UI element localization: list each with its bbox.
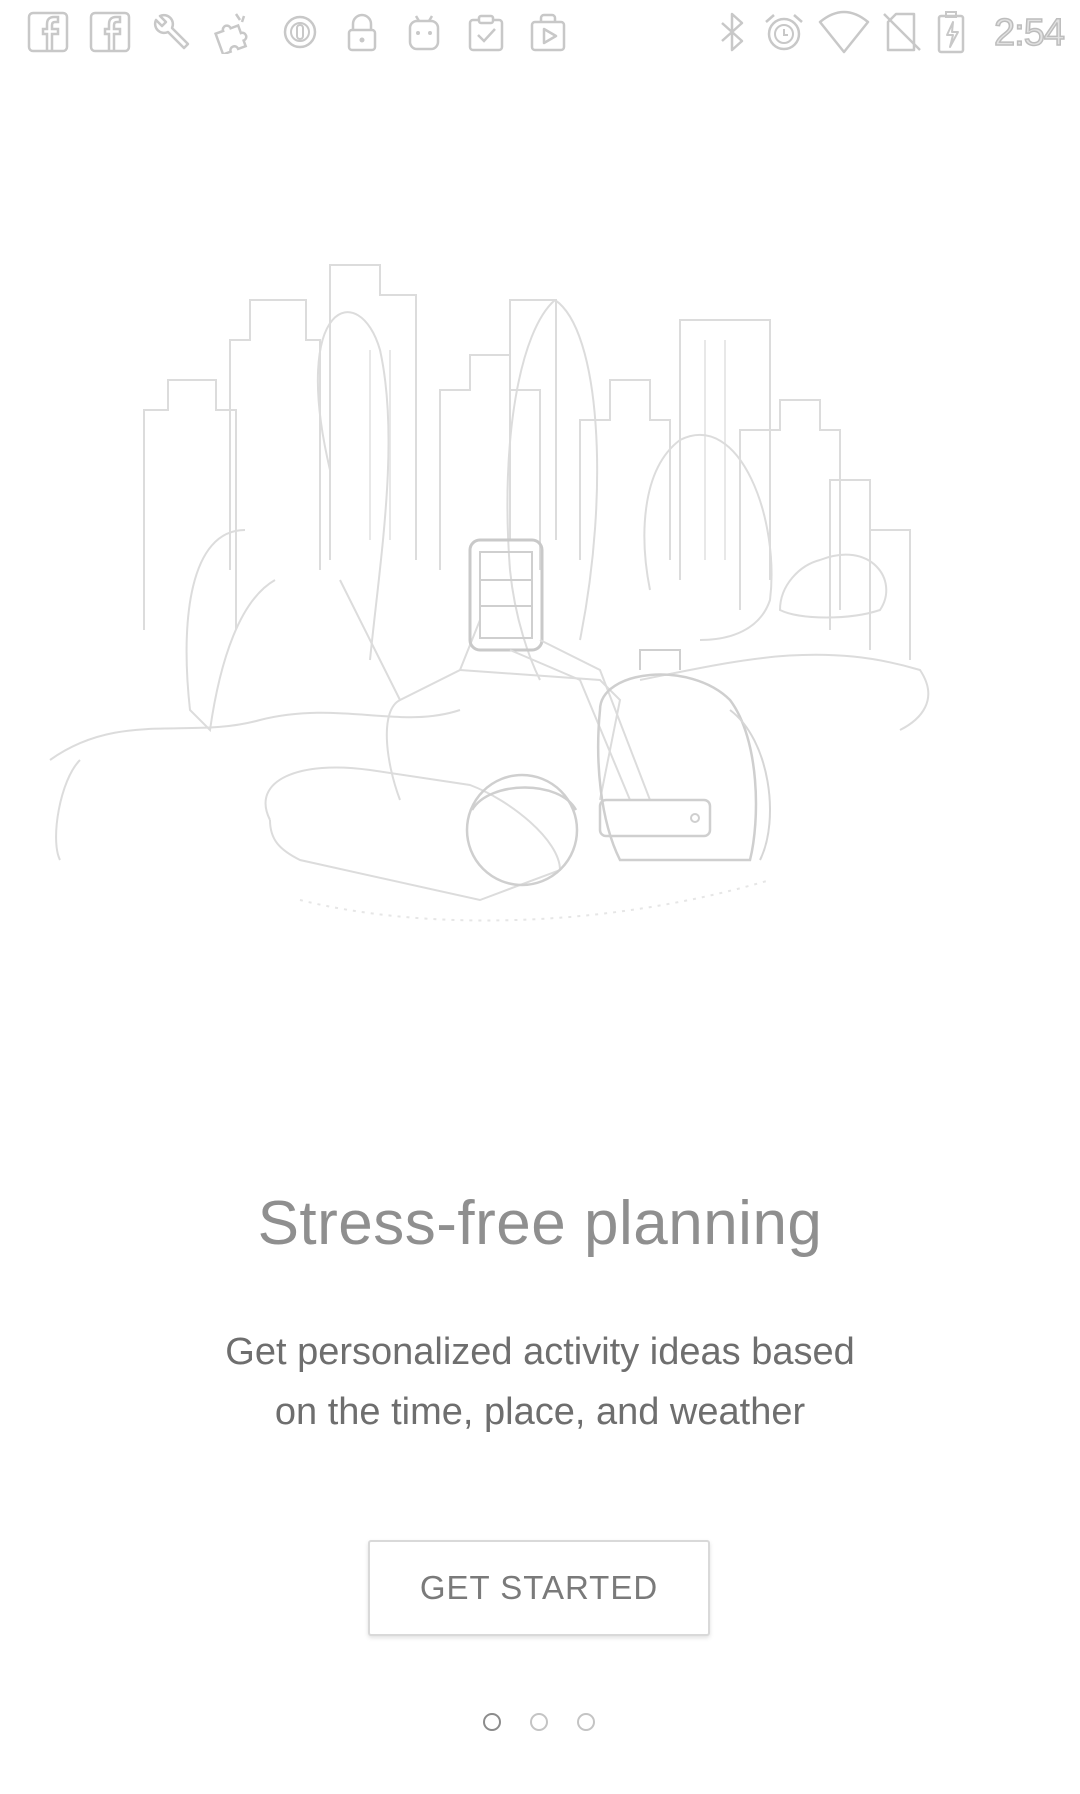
subtitle-line: on the time, place, and weather [274,1391,806,1433]
lock-icon [347,13,377,52]
page-dot-3[interactable] [577,1713,595,1731]
wrench-icon [153,13,190,50]
android-icon [408,15,440,51]
page-indicator [0,1713,1080,1731]
clipboard-check-icon [468,14,504,52]
onboarding-subtitle: Get personalized activity ideas based on… [140,1322,940,1442]
facebook-icon [27,11,69,53]
puzzle-icon [213,13,248,54]
battery-charging-icon [937,11,965,54]
circle-indicator-icon [283,15,317,49]
status-bar: 2:54 [0,0,1080,72]
alarm-icon [765,14,803,51]
subtitle-line: Get personalized activity ideas based [225,1331,855,1373]
status-time: 2:54 [993,11,1065,55]
facebook-icon [89,11,131,53]
wifi-icon [818,10,870,54]
onboarding-title: Stress-free planning [257,1189,823,1258]
get-started-button[interactable]: GET STARTED [368,1540,710,1636]
page-dot-2[interactable] [530,1713,548,1731]
bluetooth-icon [721,12,744,52]
page-dot-1[interactable] [483,1713,501,1731]
onboarding-illustration [49,264,930,922]
no-sim-icon [883,12,921,52]
play-bag-icon [530,13,566,52]
